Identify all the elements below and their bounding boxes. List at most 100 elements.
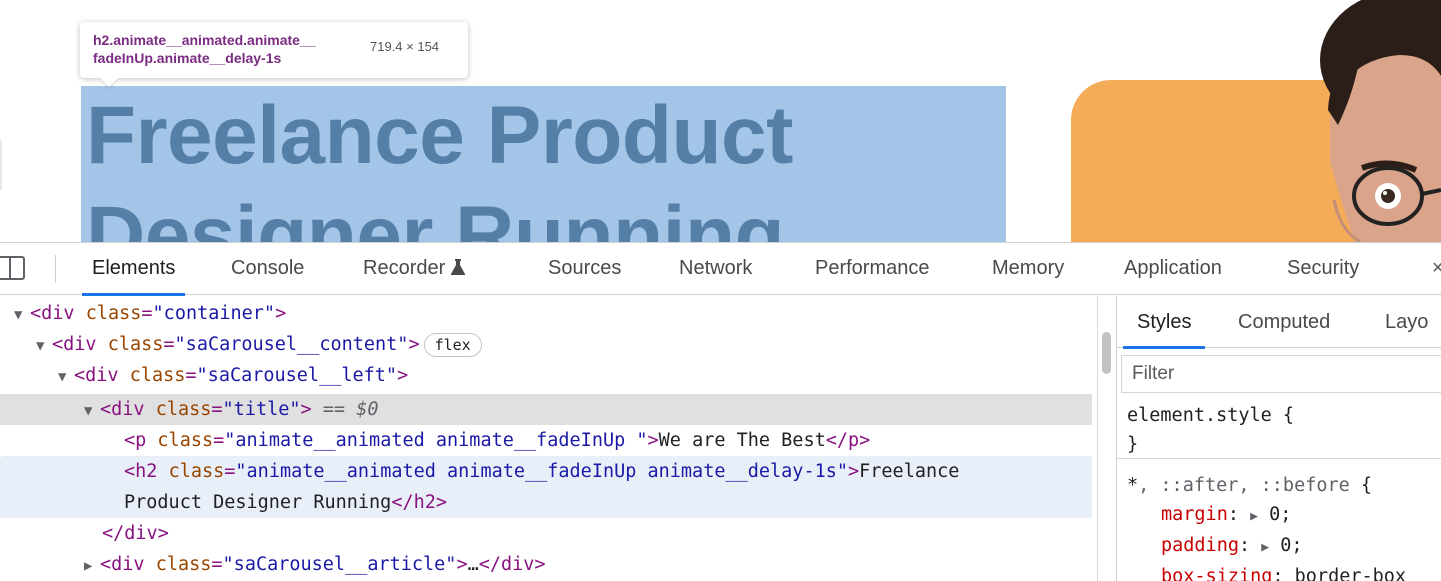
tooltip-size: 719.4 × 154 xyxy=(370,39,440,54)
dom-node-container[interactable]: ▼ <div class="container"> xyxy=(0,298,1092,329)
rule-selector-rest: , ::after, ::before xyxy=(1138,475,1350,496)
expand-right-icon[interactable]: ▶ xyxy=(1261,540,1269,555)
dom-tag: <h2 xyxy=(124,461,169,482)
dom-tag-close: > xyxy=(456,554,468,575)
dom-tag-close: > xyxy=(275,303,287,324)
expand-down-icon[interactable]: ▼ xyxy=(14,300,30,331)
tab-sources[interactable]: Sources xyxy=(548,243,621,295)
decl-value-margin[interactable]: 0; xyxy=(1269,504,1291,525)
console-ref-marker: == $0 xyxy=(311,399,379,420)
dom-tag: <div xyxy=(30,303,86,324)
page-viewport: Freelance Product Designer Running h2.an… xyxy=(0,0,1441,242)
dom-attr-value: "container" xyxy=(152,303,276,324)
dom-tag-close: > xyxy=(647,430,659,451)
decl-prop-box-sizing[interactable]: box-sizing xyxy=(1161,566,1272,581)
dom-tag: <p xyxy=(124,430,158,451)
tab-memory[interactable]: Memory xyxy=(992,243,1064,295)
tab-network[interactable]: Network xyxy=(679,243,752,295)
dom-attr: class xyxy=(157,430,214,451)
dom-tag-close: > xyxy=(397,365,409,386)
expand-right-icon[interactable]: ▶ xyxy=(84,551,100,581)
open-brace: { xyxy=(1349,475,1373,496)
dom-text: We are The Best xyxy=(658,430,826,451)
dom-attr: class xyxy=(129,365,186,386)
dom-attr: class xyxy=(107,334,164,355)
dom-tag: <div xyxy=(52,334,108,355)
flex-badge[interactable]: flex xyxy=(423,333,482,357)
rule-selector-star: * xyxy=(1127,475,1139,496)
tab-recorder[interactable]: Recorder xyxy=(363,243,466,295)
dom-tag: <div xyxy=(100,554,156,575)
expand-down-icon[interactable]: ▼ xyxy=(84,396,100,427)
dom-node-title-selected[interactable]: ▼ <div class="title"> == $0 xyxy=(0,394,1092,425)
dom-attr: class xyxy=(155,554,212,575)
tab-application[interactable]: Application xyxy=(1124,243,1222,295)
dom-attr-value: "saCarousel__article" xyxy=(222,554,457,575)
dom-node-h2[interactable]: <h2 class="animate__animated animate__fa… xyxy=(0,456,1092,518)
inspect-tooltip: h2.animate__animated.animate__ fadeInUp.… xyxy=(80,22,468,78)
dom-end-tag: </div> xyxy=(478,554,546,575)
dom-tag: <div xyxy=(100,399,156,420)
tab-security[interactable]: Security xyxy=(1287,243,1359,295)
dom-attr-value: "animate__animated animate__fadeInUp " xyxy=(224,430,648,451)
collapsed-ellipsis[interactable]: … xyxy=(468,554,479,575)
open-brace: { xyxy=(1271,405,1295,426)
dom-node-content[interactable]: ▼ <div class="saCarousel__content"> flex xyxy=(0,329,1092,360)
tab-performance[interactable]: Performance xyxy=(815,243,930,295)
hero-heading-line1: Freelance Product xyxy=(86,90,793,181)
tooltip-selector-line2: fadeInUp.animate__delay-1s xyxy=(93,50,282,66)
dom-tag-close: > xyxy=(408,334,420,355)
scrollbar-thumb[interactable] xyxy=(1102,332,1111,374)
rule-divider xyxy=(1117,458,1441,459)
tab-recorder-label: Recorder xyxy=(363,257,446,279)
expand-right-icon[interactable]: ▶ xyxy=(1250,509,1258,524)
dom-text: Freelance xyxy=(859,461,960,482)
dom-attr: class xyxy=(85,303,142,324)
dom-attr-value: "saCarousel__content" xyxy=(174,334,409,355)
tab-console[interactable]: Console xyxy=(231,243,304,295)
elements-scrollbar[interactable] xyxy=(1097,296,1115,581)
decl-prop-padding[interactable]: padding xyxy=(1161,535,1239,556)
element-style-rule[interactable]: element.style { } xyxy=(1127,401,1294,459)
tab-elements[interactable]: Elements xyxy=(81,243,186,296)
devtools-panel: Elements Console Recorder Sources Networ… xyxy=(0,242,1441,581)
dom-node-div-close[interactable]: </div> xyxy=(0,518,1092,549)
dom-tag: <div xyxy=(74,365,130,386)
dom-attr-value: "saCarousel__left" xyxy=(196,365,398,386)
dom-node-left[interactable]: ▼ <div class="saCarousel__left"> xyxy=(0,360,1092,391)
dom-attr-value: "animate__animated animate__fadeInUp ani… xyxy=(235,461,848,482)
dom-node-p[interactable]: <p class="animate__animated animate__fad… xyxy=(0,425,1092,456)
dom-tag-close: > xyxy=(848,461,860,482)
tooltip-selector: h2.animate__animated.animate__ fadeInUp.… xyxy=(93,31,316,67)
subtab-layout[interactable]: Layo xyxy=(1385,296,1428,348)
dom-text-cont: Product Designer Running xyxy=(124,492,392,513)
expand-down-icon[interactable]: ▼ xyxy=(36,331,52,362)
dom-end-tag: </p> xyxy=(825,430,871,451)
dom-attr-value: "title" xyxy=(222,399,301,420)
subtab-computed[interactable]: Computed xyxy=(1238,296,1330,348)
hero-heading-line2: Designer Running xyxy=(86,190,785,242)
styles-filter xyxy=(1121,355,1441,393)
experiment-flask-icon xyxy=(451,258,466,275)
hero-heading: Freelance Product Designer Running xyxy=(86,86,1046,242)
decl-value-padding[interactable]: 0; xyxy=(1280,535,1302,556)
element-style-selector: element.style xyxy=(1127,405,1272,426)
expand-down-icon[interactable]: ▼ xyxy=(58,362,74,393)
page-edge-mark xyxy=(0,140,6,190)
more-tabs-icon[interactable]: × xyxy=(1432,243,1441,293)
elements-tree: ▼ <div class="container"> ▼ <div class="sa… xyxy=(0,296,1097,581)
close-brace: } xyxy=(1127,434,1139,455)
styles-subtab-bar: Styles Computed Layo xyxy=(1117,296,1441,349)
subtab-styles[interactable]: Styles xyxy=(1122,296,1207,349)
styles-filter-input[interactable] xyxy=(1122,356,1441,392)
dom-attr: class xyxy=(168,461,225,482)
dom-node-article[interactable]: ▶ <div class="saCarousel__article">…</div… xyxy=(0,549,1092,580)
universal-rule[interactable]: *, ::after, ::before { margin: ▶ 0; padd… xyxy=(1127,471,1406,581)
decl-prop-margin[interactable]: margin xyxy=(1161,504,1228,525)
tab-separator xyxy=(55,255,56,283)
hero-person-image xyxy=(1320,0,1441,242)
devtools-tab-bar: Elements Console Recorder Sources Networ… xyxy=(0,243,1441,296)
decl-value-box-sizing[interactable]: border-box xyxy=(1295,566,1406,581)
dock-side-icon[interactable] xyxy=(0,253,30,283)
dom-end-tag: </div> xyxy=(102,523,169,544)
